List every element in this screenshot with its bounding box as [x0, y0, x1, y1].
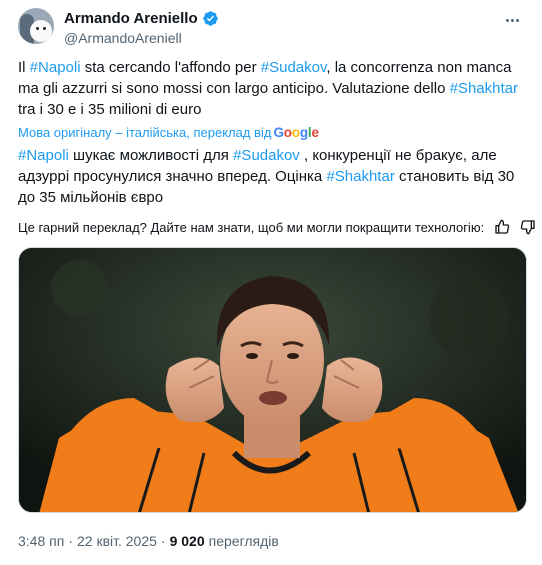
tweet-date[interactable]: 22 квіт. 2025	[77, 533, 157, 549]
hashtag-sudakov[interactable]: #Sudakov	[261, 59, 327, 76]
tweet-original-text: Il #Napoli sta cercando l'affondo per #S…	[18, 57, 530, 120]
text-segment: шукає можливості для	[68, 147, 234, 164]
avatar-dog-eye	[36, 27, 39, 30]
hashtag-sudakov[interactable]: #Sudakov	[233, 147, 300, 164]
google-logo: Google	[273, 125, 319, 140]
tweet-translated-text: #Napoli шукає можливості для #Sudakov , …	[18, 145, 530, 208]
thumbs-up-icon[interactable]	[494, 219, 510, 235]
tweet-photo[interactable]	[18, 247, 527, 513]
player-photo-illustration	[19, 248, 526, 512]
hashtag-shakhtar[interactable]: #Shakhtar	[326, 168, 394, 185]
translation-feedback-prompt: Це гарний переклад? Дайте нам знати, щоб…	[18, 219, 485, 235]
meta-separator: ·	[160, 533, 166, 549]
avatar[interactable]	[18, 8, 54, 44]
author-handle[interactable]: @ArmandoAreniell	[64, 30, 182, 46]
author-name[interactable]: Armando Areniello	[64, 10, 198, 27]
author-name-row: Armando Areniello	[64, 10, 219, 27]
tweet-time[interactable]: 3:48 пп	[18, 533, 64, 549]
verified-badge-icon	[202, 11, 218, 26]
text-segment: Il	[18, 59, 30, 76]
avatar-dog	[30, 20, 52, 42]
text-segment: tra i 30 e i 35 milioni di euro	[18, 101, 202, 118]
translation-attribution-label: Мова оригіналу – італійська, переклад ві…	[18, 125, 272, 140]
avatar-dog-eye	[43, 27, 46, 30]
hashtag-napoli[interactable]: #Napoli	[30, 59, 81, 76]
text-segment: sta cercando l'affondo per	[80, 59, 261, 76]
views-label: переглядів	[208, 533, 279, 549]
tweet-meta: 3:48 пп · 22 квіт. 2025 · 9 020 перегляд…	[18, 533, 279, 549]
more-icon[interactable]	[502, 10, 522, 30]
thumbs-down-icon[interactable]	[520, 219, 536, 235]
translation-attribution[interactable]: Мова оригіналу – італійська, переклад ві…	[18, 125, 319, 140]
hashtag-shakhtar[interactable]: #Shakhtar	[450, 80, 518, 97]
meta-separator: ·	[68, 533, 73, 549]
translation-feedback: Це гарний переклад? Дайте нам знати, щоб…	[18, 219, 536, 235]
tweet-header: Armando Areniello @ArmandoAreniell	[18, 8, 528, 48]
views-count: 9 020	[169, 533, 205, 549]
hashtag-napoli[interactable]: #Napoli	[18, 147, 69, 164]
